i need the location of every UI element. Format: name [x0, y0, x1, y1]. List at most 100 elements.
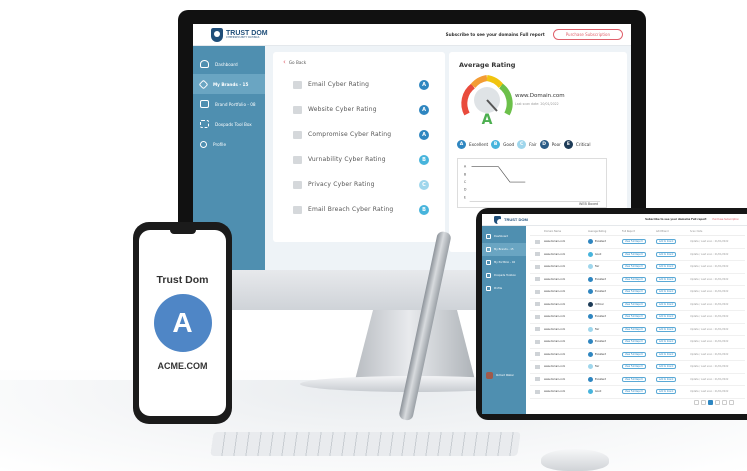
- table-row[interactable]: www.domain.com Excellent View Full Report A…: [530, 374, 745, 386]
- y-tick: E: [464, 195, 466, 199]
- table-row[interactable]: www.domain.com Critical View Full Report Ad…: [530, 299, 745, 311]
- view-full-report-button[interactable]: View Full Report: [622, 276, 646, 282]
- purchase-subscription-button[interactable]: Purchase Subscription: [552, 29, 623, 40]
- tablet-subscribe-text: Subscribe to see your domains Full repor…: [645, 218, 707, 221]
- tablet-nav-dashboard[interactable]: Dashboard: [482, 230, 526, 243]
- domain-icon: [534, 364, 540, 369]
- gauge-icon: [486, 234, 491, 239]
- tablet-sidebar: Dashboard My Brands - 15 My Portfolio - …: [482, 226, 526, 414]
- sidebar-item-my-brands[interactable]: My Brands - 15: [193, 74, 265, 94]
- tablet-user[interactable]: Richard Walker: [486, 372, 514, 379]
- document-icon: [293, 80, 302, 89]
- view-full-report-button[interactable]: View Full Report: [622, 351, 646, 357]
- rating-row-vulnerability[interactable]: Vurnability Cyber Rating B: [273, 147, 445, 172]
- page-next-button[interactable]: [729, 400, 734, 405]
- sidebar-item-brand-portfolio[interactable]: Brand Portfolio - 08: [193, 94, 265, 114]
- add-to-brand-button[interactable]: Add to brand: [656, 301, 677, 307]
- go-back-link[interactable]: ‹ Go Back: [283, 59, 445, 66]
- view-full-report-button[interactable]: View Full Report: [622, 339, 646, 345]
- view-full-report-button[interactable]: View Full Report: [622, 364, 646, 370]
- row-rating: Excellent: [595, 290, 606, 294]
- pagination: [694, 400, 734, 405]
- table-row[interactable]: www.domain.com Good View Full Report Add to…: [530, 249, 745, 261]
- page-button[interactable]: [701, 400, 706, 405]
- tablet-nav-profile[interactable]: Profile: [482, 282, 526, 295]
- legend-label: Poor: [551, 142, 561, 147]
- page-prev-button[interactable]: [694, 400, 699, 405]
- view-full-report-button[interactable]: View Full Report: [622, 314, 646, 320]
- avatar: [486, 372, 493, 379]
- domain-icon: [534, 302, 540, 307]
- view-full-report-button[interactable]: View Full Report: [622, 389, 646, 395]
- phone-notch: [169, 230, 196, 234]
- table-row[interactable]: www.domain.com Excellent View Full Report A…: [530, 311, 745, 324]
- view-full-report-button[interactable]: View Full Report: [622, 301, 646, 307]
- rating-row-website[interactable]: Website Cyber Rating A: [273, 97, 445, 122]
- add-to-brand-button[interactable]: Add to brand: [656, 251, 677, 257]
- legend-badge: E: [563, 140, 573, 149]
- sidebar-item-toolbox[interactable]: Doxpads Tool Box: [193, 114, 265, 134]
- tablet-nav-my-brands[interactable]: My Brands - 15: [482, 243, 526, 256]
- sidebar-item-dashboard[interactable]: Dashboard: [193, 54, 265, 74]
- tablet-nav-portfolio[interactable]: My Portfolio - 02: [482, 256, 526, 269]
- page-button[interactable]: [715, 400, 720, 405]
- app-logo[interactable]: TRUST DOM CYBERSECURITY RATINGS: [211, 27, 268, 42]
- add-to-brand-button[interactable]: Add to brand: [656, 264, 677, 270]
- row-domain: www.domain.com: [544, 302, 566, 306]
- add-to-brand-button[interactable]: Add to brand: [656, 314, 677, 320]
- rating-row-email[interactable]: Email Cyber Rating A: [273, 72, 445, 97]
- phone-screen: Trust Dom A ACME.COM: [139, 230, 226, 416]
- add-to-brand-button[interactable]: Add to brand: [656, 276, 677, 282]
- view-full-report-button[interactable]: View Full Report: [622, 326, 646, 332]
- row-domain: www.domain.com: [544, 290, 566, 294]
- y-tick: B: [464, 172, 467, 176]
- phone-domain: ACME.COM: [157, 361, 208, 371]
- tablet-user-name: Richard Walker: [496, 374, 514, 377]
- page-button[interactable]: [722, 400, 727, 405]
- phone-grade-badge: A: [153, 294, 212, 352]
- view-full-report-button[interactable]: View Full Report: [622, 376, 646, 382]
- rating-row-privacy[interactable]: Privacy Cyber Rating C: [273, 172, 445, 197]
- shield-logo-icon: [211, 27, 223, 42]
- tablet-logo[interactable]: TRUST DOM: [494, 215, 528, 225]
- rating-row-compromise[interactable]: Compromise Cyber Rating A: [273, 122, 445, 147]
- tag-icon: [486, 247, 491, 252]
- sidebar-item-label: Brand Portfolio - 08: [215, 101, 256, 107]
- table-row[interactable]: www.domain.com Excellent View Full Report A…: [530, 336, 745, 349]
- tablet-nav-toolbox[interactable]: Doxpads Toolbox: [482, 269, 526, 282]
- mobile-phone: Trust Dom A ACME.COM: [133, 222, 232, 424]
- table-row[interactable]: www.domain.com Fair View Full Report Add to…: [530, 261, 745, 274]
- y-tick: A: [464, 165, 467, 169]
- add-to-brand-button[interactable]: Add to brand: [656, 289, 677, 295]
- page-button-current[interactable]: [708, 400, 713, 405]
- add-to-brand-button[interactable]: Add to brand: [656, 239, 677, 245]
- table-row[interactable]: www.domain.com Excellent View Full Report A…: [530, 349, 745, 361]
- legend-label: Excellent: [469, 142, 489, 147]
- add-to-brand-button[interactable]: Add to brand: [656, 339, 677, 345]
- rating-legend: A Excellent B Good C Fair D Poor E Criti…: [457, 140, 591, 149]
- add-to-brand-button[interactable]: Add to brand: [656, 376, 677, 382]
- table-row[interactable]: www.domain.com Excellent View Full Report A…: [530, 286, 745, 299]
- view-full-report-button[interactable]: View Full Report: [622, 251, 646, 257]
- toolbox-icon: [486, 273, 491, 278]
- tablet-purchase-button[interactable]: Purchase Subscription: [713, 218, 739, 221]
- add-to-brand-button[interactable]: Add to brand: [656, 389, 677, 395]
- add-to-brand-button[interactable]: Add to brand: [656, 351, 677, 357]
- sidebar-item-profile[interactable]: Profile: [193, 134, 265, 154]
- view-full-report-button[interactable]: View Full Report: [622, 264, 646, 270]
- row-domain: www.domain.com: [544, 365, 566, 369]
- rating-row-email-breach[interactable]: Email Breach Cyber Rating B: [273, 197, 445, 222]
- table-row[interactable]: www.domain.com Good View Full Report Add to…: [530, 386, 745, 399]
- domain-icon: [534, 327, 540, 332]
- view-full-report-button[interactable]: View Full Report: [622, 289, 646, 295]
- domain-icon: [534, 289, 540, 294]
- table-row[interactable]: www.domain.com Excellent View Full Report A…: [530, 274, 745, 286]
- table-row[interactable]: www.domain.com Fair View Full Report Add to…: [530, 361, 745, 374]
- add-to-brand-button[interactable]: Add to brand: [656, 364, 677, 370]
- table-row[interactable]: www.domain.com Excellent View Full Report A…: [530, 236, 745, 249]
- add-to-brand-button[interactable]: Add to brand: [656, 326, 677, 332]
- sidebar-item-label: Doxpads Tool Box: [215, 121, 252, 127]
- view-full-report-button[interactable]: View Full Report: [622, 239, 646, 245]
- table-row[interactable]: www.domain.com Fair View Full Report Add to…: [530, 324, 745, 336]
- portfolio-icon: [200, 100, 209, 108]
